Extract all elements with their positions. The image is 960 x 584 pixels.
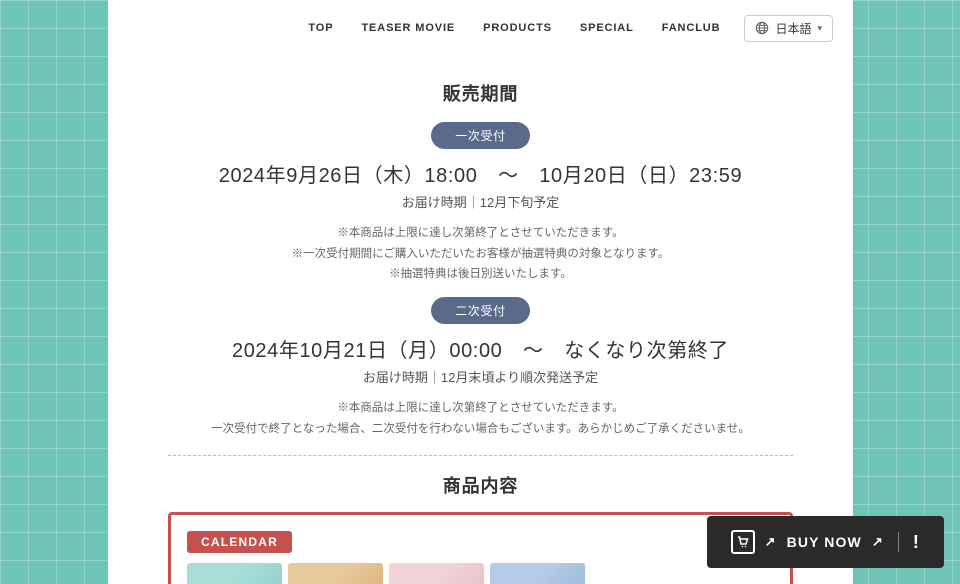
first-reception-badge: 一次受付 [431,122,529,149]
buy-now-info: ! [913,532,920,553]
nav-fanclub[interactable]: FANCLUB [662,22,721,34]
arrow-icon: ↗ [765,534,777,550]
second-reception-badge: 二次受付 [431,297,529,324]
second-reception-date-range: 2024年10月21日（月）00:00 〜 なくなり次第終了 [108,334,853,363]
product-card: CALENDAR [168,512,793,584]
second-reception-badge-container: 二次受付 [108,297,853,324]
product-image-2 [288,563,383,584]
navbar: TOP TEASER MOVIE PRODUCTS SPECIAL FANCLU… [108,0,853,56]
nav-links: TOP TEASER MOVIE PRODUCTS SPECIAL FANCLU… [308,22,720,34]
product-contents-title: 商品内容 [108,472,853,498]
second-reception-notes: ※本商品は上限に達し次第終了とさせていただきます。 一次受付で終了となった場合、… [108,398,853,439]
nav-special[interactable]: SPECIAL [580,22,634,34]
arrow-icon-2: ↗ [872,534,884,550]
section-divider [168,455,793,456]
globe-icon [755,21,769,35]
first-reception-date-range: 2024年9月26日（木）18:00 〜 10月20日（日）23:59 [108,159,853,188]
first-reception-note-2: ※一次受付期間にご購入いただいたお客様が抽選特典の対象となります。 [108,244,853,265]
nav-teaser-movie[interactable]: TEASER MOVIE [361,22,455,34]
calendar-badge: CALENDAR [187,531,292,553]
product-images-row [187,563,774,584]
page-body: 販売期間 一次受付 2024年9月26日（木）18:00 〜 10月20日（日）… [108,0,853,584]
first-reception-note-1: ※本商品は上限に達し次第終了とさせていただきます。 [108,223,853,244]
sales-period-title: 販売期間 [108,80,853,106]
lang-label: 日本語 [775,20,811,37]
cart-icon [731,530,755,554]
nav-top[interactable]: TOP [308,22,333,34]
chevron-down-icon: ▾ [817,23,822,34]
first-reception-badge-container: 一次受付 [108,122,853,149]
product-image-3 [389,563,484,584]
buy-now-button[interactable]: ↗ BUY NOW ↗ ! [707,516,944,568]
first-reception-delivery: お届け時期｜12月下旬予定 [108,192,853,211]
product-image-1 [187,563,282,584]
second-reception-delivery: お届け時期｜12月末頃より順次発送予定 [108,367,853,386]
second-reception-note-1: ※本商品は上限に達し次第終了とさせていただきます。 [108,398,853,419]
second-reception-note-2: 一次受付で終了となった場合、二次受付を行わない場合もございます。あらかじめご了承… [108,419,853,440]
buy-now-label: BUY NOW [787,534,862,550]
buy-now-divider [898,532,899,552]
nav-products[interactable]: PRODUCTS [483,22,552,34]
first-reception-note-3: ※抽選特典は後日別送いたします。 [108,264,853,285]
product-image-4 [490,563,585,584]
first-reception-notes: ※本商品は上限に達し次第終了とさせていただきます。 ※一次受付期間にご購入いただ… [108,223,853,285]
language-selector[interactable]: 日本語 ▾ [744,15,833,42]
